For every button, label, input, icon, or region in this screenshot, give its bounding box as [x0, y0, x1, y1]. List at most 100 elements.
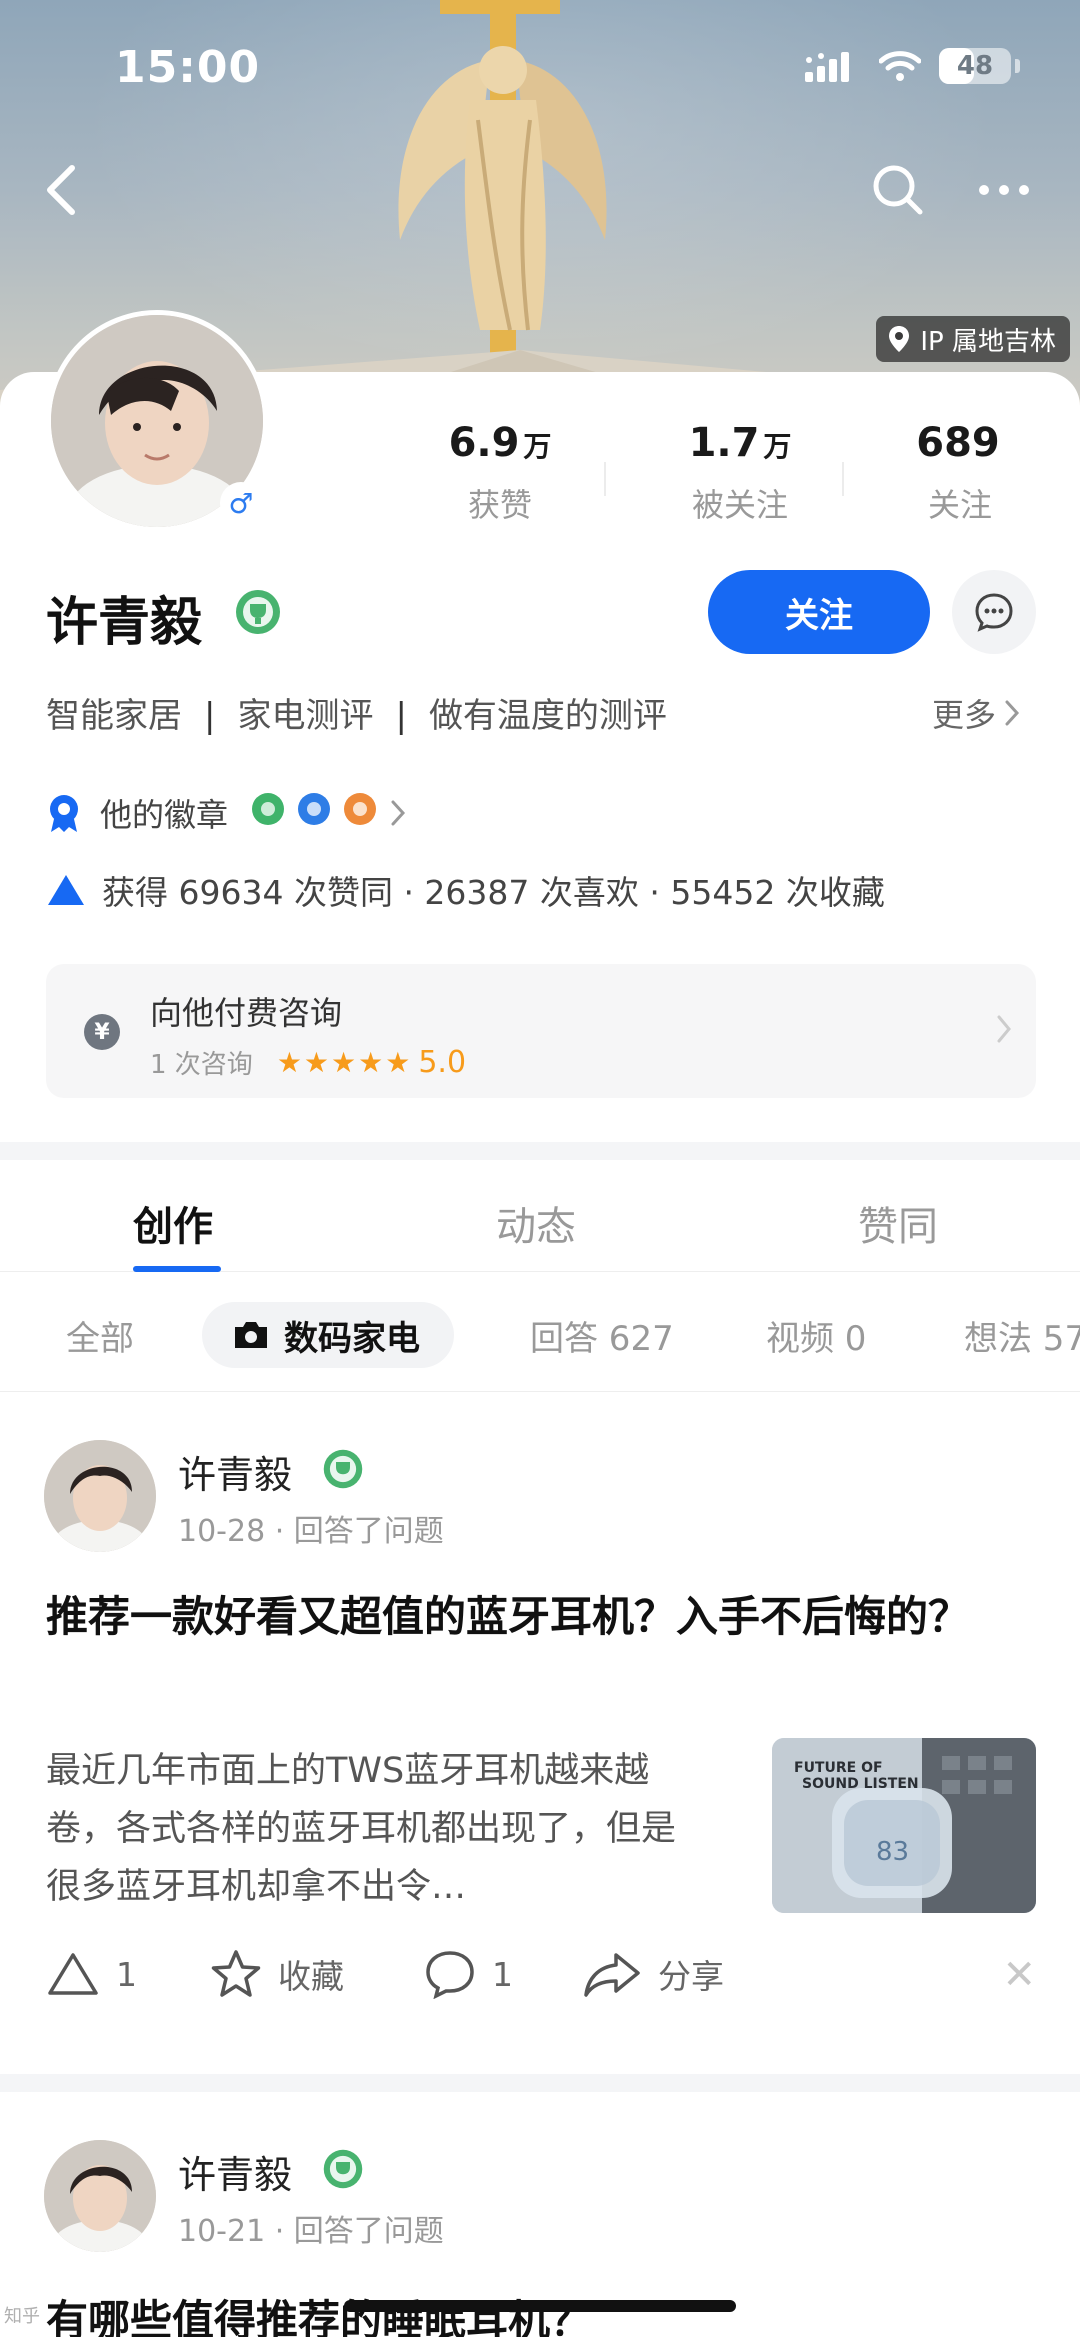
post-actions: 1 收藏 1 分享 ✕ [46, 1944, 1036, 2004]
signal-icon [805, 52, 849, 82]
location-pin-icon [889, 326, 910, 352]
post-author-avatar[interactable] [44, 2140, 156, 2252]
dismiss-post-icon[interactable]: ✕ [1002, 1952, 1036, 1998]
post-title[interactable]: 有哪些值得推荐的睡眠耳机？ [46, 2288, 1036, 2337]
chevron-right-icon [997, 1015, 1011, 1043]
thumb-text-1: FUTURE OF [794, 1760, 883, 1776]
stat-followers-number: 1.7 [688, 420, 760, 466]
battery-tip [1015, 59, 1020, 73]
search-button[interactable] [868, 160, 928, 220]
stat-likes-label: 获赞 [467, 486, 532, 524]
badge-blue-icon [298, 793, 331, 825]
rating-stars-icon: ★★★★★ [276, 1046, 413, 1079]
achievements-text: 获得 69634 次赞同 · 26387 次喜欢 · 55452 次收藏 [102, 873, 885, 912]
stat-likes-number: 6.9 [448, 420, 520, 466]
star-outline-icon [211, 1950, 261, 1997]
post-meta: 10-28 · 回答了问题 [178, 1514, 444, 1549]
stat-following-label: 关注 [927, 486, 992, 524]
badges-row[interactable]: 他的徽章 [46, 790, 406, 836]
collect-button[interactable]: 收藏 [210, 1944, 344, 2004]
bio-more-button[interactable]: 更多 [932, 690, 1020, 736]
filter-chips: 全部 数码家电 回答 627 视频 0 想法 57 [0, 1272, 1080, 1392]
upvote-button[interactable]: 1 [46, 1944, 137, 2004]
share-button[interactable]: 分享 [582, 1944, 724, 2004]
filter-thoughts[interactable]: 想法 57 [964, 1302, 1080, 1368]
stat-followers-label: 被关注 [691, 486, 788, 524]
watermark-text: 知乎 [4, 2306, 40, 2327]
consult-rating: 5.0 [418, 1045, 467, 1080]
wifi-icon [879, 51, 921, 81]
battery-icon: 48 [939, 48, 1011, 84]
male-icon: ♂ [228, 486, 254, 520]
verified-badge-icon[interactable] [234, 588, 282, 636]
verified-badge-icon [323, 2149, 363, 2189]
chevron-right-icon [1005, 700, 1020, 726]
post-author-name[interactable]: 许青毅 [178, 1444, 292, 1499]
stat-followers[interactable]: 1.7 万 被关注 [640, 420, 840, 526]
status-icons: 48 [805, 48, 1020, 84]
more-options-button[interactable] [974, 160, 1034, 220]
share-arrow-icon [584, 1953, 640, 1997]
follow-button[interactable]: 关注 [708, 570, 930, 654]
achievements-row: 获得 69634 次赞同 · 26387 次喜欢 · 55452 次收藏 [46, 866, 885, 914]
avatar-image [44, 2140, 156, 2252]
bio-tag: 家电测评 [237, 696, 374, 736]
consult-info: 1 次咨询 ★★★★★ 5.0 [150, 1044, 466, 1081]
tab-activity[interactable]: 动态 [496, 1194, 576, 1252]
ribbon-badge-icon [50, 795, 78, 832]
more-dots-icon [979, 185, 1029, 195]
back-button[interactable] [32, 160, 92, 220]
stat-divider [604, 462, 606, 496]
chat-bubble-icon [975, 593, 1013, 632]
collect-label: 收藏 [278, 1957, 344, 1996]
filter-digital-appliances[interactable]: 数码家电 [202, 1302, 454, 1368]
stat-likes[interactable]: 6.9 万 获赞 [400, 420, 600, 526]
profile-name: 许青毅 [46, 593, 203, 653]
stat-following-value: 689 [860, 420, 1060, 466]
post-title[interactable]: 推荐一款好看又超值的蓝牙耳机？入手不后悔的？ [46, 1584, 1036, 1650]
post-author-name[interactable]: 许青毅 [178, 2144, 292, 2199]
bio-tag: 做有温度的测评 [428, 696, 667, 736]
ip-location-badge: IP 属地吉林 [876, 316, 1070, 362]
feed-post[interactable]: 许青毅 10-28 · 回答了问题 推荐一款好看又超值的蓝牙耳机？入手不后悔的？… [0, 1392, 1080, 2072]
verified-badge-icon [323, 1449, 363, 1489]
tab-upvoted[interactable]: 赞同 [858, 1194, 938, 1252]
earbuds-case-image: FUTURE OF SOUND LISTEN 83 [772, 1738, 1036, 1913]
thumb-digits: 83 [876, 1837, 909, 1867]
post-excerpt[interactable]: 最近几年市面上的TWS蓝牙耳机越来越卷，各式各样的蓝牙耳机都出现了，但是很多蓝牙… [46, 1742, 706, 1916]
gender-badge: ♂ [220, 482, 262, 524]
section-divider [0, 1142, 1080, 1160]
stat-followers-value: 1.7 万 [640, 420, 840, 466]
stat-likes-unit: 万 [523, 430, 552, 463]
yuan-icon: ¥ [84, 1014, 120, 1050]
badges-label: 他的徽章 [100, 796, 229, 834]
back-arrow-icon [47, 165, 75, 215]
filter-all[interactable]: 全部 [66, 1302, 134, 1368]
bio-separator: | [204, 696, 216, 736]
feed-divider [0, 2074, 1080, 2092]
battery-level: 48 [956, 51, 994, 81]
filter-videos[interactable]: 视频 0 [766, 1302, 866, 1368]
stat-followers-unit: 万 [763, 430, 792, 463]
share-label: 分享 [658, 1957, 724, 1996]
upvote-triangle-icon [48, 875, 84, 905]
avatar-image [44, 1440, 156, 1552]
upvote-outline-icon [48, 1953, 98, 1995]
stat-following[interactable]: 689 关注 [860, 420, 1060, 526]
comment-count: 1 [492, 1954, 513, 1994]
home-indicator[interactable] [344, 2300, 736, 2312]
filter-answers[interactable]: 回答 627 [530, 1302, 674, 1368]
angel-statue-image [398, 0, 607, 380]
status-time: 15:00 [115, 42, 261, 93]
upvote-count: 1 [116, 1954, 137, 1994]
comment-bubble-icon [426, 1951, 474, 1999]
tab-creations[interactable]: 创作 [133, 1194, 213, 1252]
paid-consult-card[interactable]: ¥ 向他付费咨询 1 次咨询 ★★★★★ 5.0 [46, 964, 1036, 1098]
chevron-right-icon [391, 800, 406, 826]
post-author-avatar[interactable] [44, 1440, 156, 1552]
comment-button[interactable]: 1 [424, 1944, 513, 2004]
ip-location-text: IP 属地吉林 [920, 326, 1056, 357]
consult-count: 1 次咨询 [150, 1050, 253, 1080]
post-thumbnail[interactable]: FUTURE OF SOUND LISTEN 83 [772, 1738, 1036, 1913]
message-button[interactable] [952, 570, 1036, 654]
